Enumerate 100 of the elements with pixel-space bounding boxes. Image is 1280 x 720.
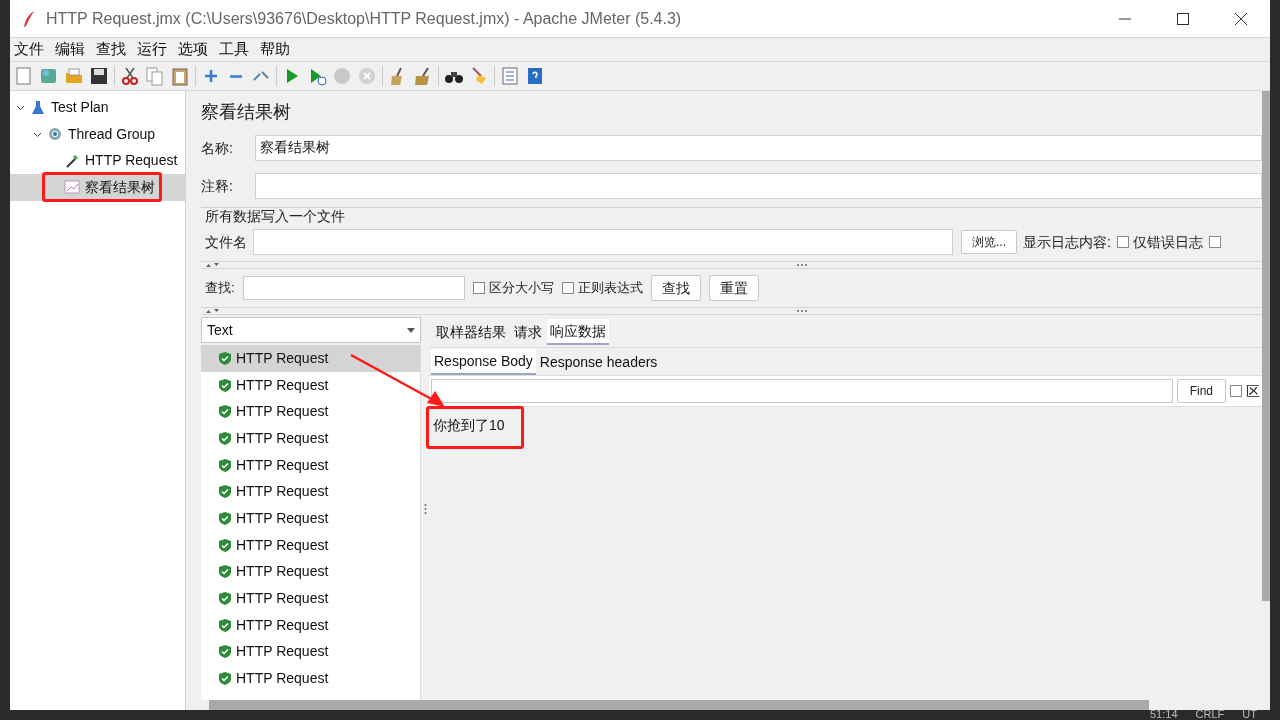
- window-title: HTTP Request.jmx (C:\Users\93676\Desktop\HTTP Request.jmx) - Apache JMeter (5.4.3): [46, 8, 682, 29]
- open-folder-icon: [64, 66, 84, 86]
- collapse-arrows-icon: [205, 308, 221, 314]
- tree-item[interactable]: Thread Group: [66, 123, 158, 145]
- status-text: CRLF: [1195, 708, 1225, 720]
- group-title: 所有数据写入一个文件: [205, 207, 346, 226]
- result-item[interactable]: HTTP Request: [201, 345, 420, 372]
- menu-item[interactable]: 查找: [95, 38, 127, 61]
- checkbox[interactable]: [1116, 236, 1129, 248]
- brush-icon: [469, 66, 489, 86]
- menu-item[interactable]: 编辑: [54, 38, 86, 61]
- field-label: 显示日志内容:: [1023, 232, 1111, 252]
- shield-check-icon: [219, 618, 231, 632]
- stop-icon: [332, 66, 352, 86]
- result-label: HTTP Request: [236, 535, 329, 555]
- result-label: HTTP Request: [236, 669, 329, 689]
- checkbox[interactable]: [561, 282, 574, 294]
- checkbox[interactable]: [1230, 385, 1242, 397]
- shield-check-icon: [219, 431, 231, 445]
- shield-check-icon: [219, 592, 231, 606]
- status-text: 51:14: [1150, 708, 1178, 720]
- result-label: HTTP Request: [236, 348, 329, 368]
- tree-item[interactable]: HTTP Request: [83, 150, 180, 172]
- button[interactable]: 重置: [708, 275, 759, 301]
- find-field[interactable]: [431, 379, 1173, 403]
- tab[interactable]: 请求: [511, 319, 545, 345]
- menu-item[interactable]: 帮助: [259, 38, 291, 61]
- toolbar-button[interactable]: [120, 66, 140, 86]
- shield-check-icon: [219, 485, 231, 499]
- checkbox[interactable]: [472, 282, 485, 294]
- response-text: 你抢到了10: [433, 416, 505, 435]
- button[interactable]: 查找: [650, 275, 701, 301]
- panel-title: 察看结果树: [201, 101, 292, 124]
- collapse-arrows-icon: [205, 262, 221, 268]
- checkbox[interactable]: [1208, 236, 1221, 248]
- scissors-icon: [120, 66, 140, 86]
- field-label: 注释:: [201, 176, 234, 196]
- tab[interactable]: Response Body: [431, 349, 536, 375]
- maximize-icon: [1177, 12, 1189, 25]
- shield-check-icon: [219, 538, 231, 552]
- shield-check-icon: [219, 511, 231, 525]
- text-field[interactable]: 察看结果树: [255, 135, 1262, 161]
- result-label: HTTP Request: [236, 589, 329, 609]
- save-icon: [89, 66, 109, 86]
- chart-icon: [64, 179, 80, 196]
- button[interactable]: Find: [1176, 379, 1226, 403]
- scrollbar-thumb[interactable]: [209, 700, 1149, 710]
- paste-icon: [170, 66, 190, 86]
- tab[interactable]: 取样器结果: [433, 319, 509, 345]
- minimize-icon: [1119, 17, 1131, 20]
- shield-check-icon: [219, 458, 231, 472]
- shield-check-icon: [219, 378, 231, 392]
- menu-item[interactable]: 选项: [177, 38, 209, 61]
- result-label: HTTP Request: [236, 562, 329, 582]
- new-file-icon: [14, 66, 34, 86]
- shield-check-icon: [219, 565, 231, 579]
- result-label: HTTP Request: [236, 508, 329, 528]
- field-label: 名称:: [201, 138, 234, 158]
- copy-icon: [145, 66, 165, 86]
- close-icon: [1235, 12, 1247, 25]
- button[interactable]: 浏览...: [961, 230, 1017, 254]
- caret-down-icon: [407, 327, 415, 333]
- result-label: HTTP Request: [236, 428, 329, 448]
- tab[interactable]: Response headers: [536, 349, 661, 375]
- scrollbar-thumb[interactable]: [1262, 91, 1270, 601]
- text-field[interactable]: [255, 173, 1262, 199]
- text-field[interactable]: [253, 229, 953, 255]
- result-label: HTTP Request: [236, 375, 329, 395]
- pipette-icon: [64, 152, 80, 169]
- tree-item[interactable]: Test Plan: [49, 96, 111, 118]
- flask-icon: [30, 99, 46, 116]
- splitter-grip-icon: [423, 502, 427, 515]
- result-label: HTTP Request: [236, 482, 329, 502]
- minus-icon: [230, 74, 242, 78]
- toolbar-button[interactable]: [89, 66, 109, 86]
- checkbox-label: 仅错误日志: [1132, 232, 1203, 252]
- result-label: HTTP Request: [236, 642, 329, 662]
- splitter-grip-icon: [796, 263, 808, 267]
- feather-icon: [22, 9, 36, 28]
- menu-item[interactable]: 文件: [13, 38, 45, 61]
- status-text: UT: [1242, 708, 1257, 720]
- shield-check-icon: [219, 645, 231, 659]
- menu-item[interactable]: 运行: [136, 38, 168, 61]
- checkbox-label: 区分大小写: [488, 279, 554, 298]
- search-field[interactable]: [242, 276, 465, 300]
- result-label: HTTP Request: [236, 615, 329, 635]
- checkbox-label: 区: [1246, 381, 1260, 401]
- shutdown-icon: [357, 66, 377, 86]
- tab[interactable]: 响应数据: [547, 319, 609, 345]
- result-label: HTTP Request: [236, 455, 329, 475]
- dropdown-value: Text: [207, 320, 234, 340]
- menu-item[interactable]: 工具: [218, 38, 250, 61]
- shield-check-icon: [219, 672, 231, 686]
- help-icon: [525, 66, 545, 86]
- result-label: HTTP Request: [236, 402, 329, 422]
- splitter-grip-icon: [796, 309, 808, 313]
- shield-check-icon: [219, 405, 231, 419]
- checkbox-label: 正则表达式: [577, 279, 643, 298]
- field-label: 文件名: [205, 232, 247, 252]
- renderer-dropdown[interactable]: Text: [201, 317, 421, 343]
